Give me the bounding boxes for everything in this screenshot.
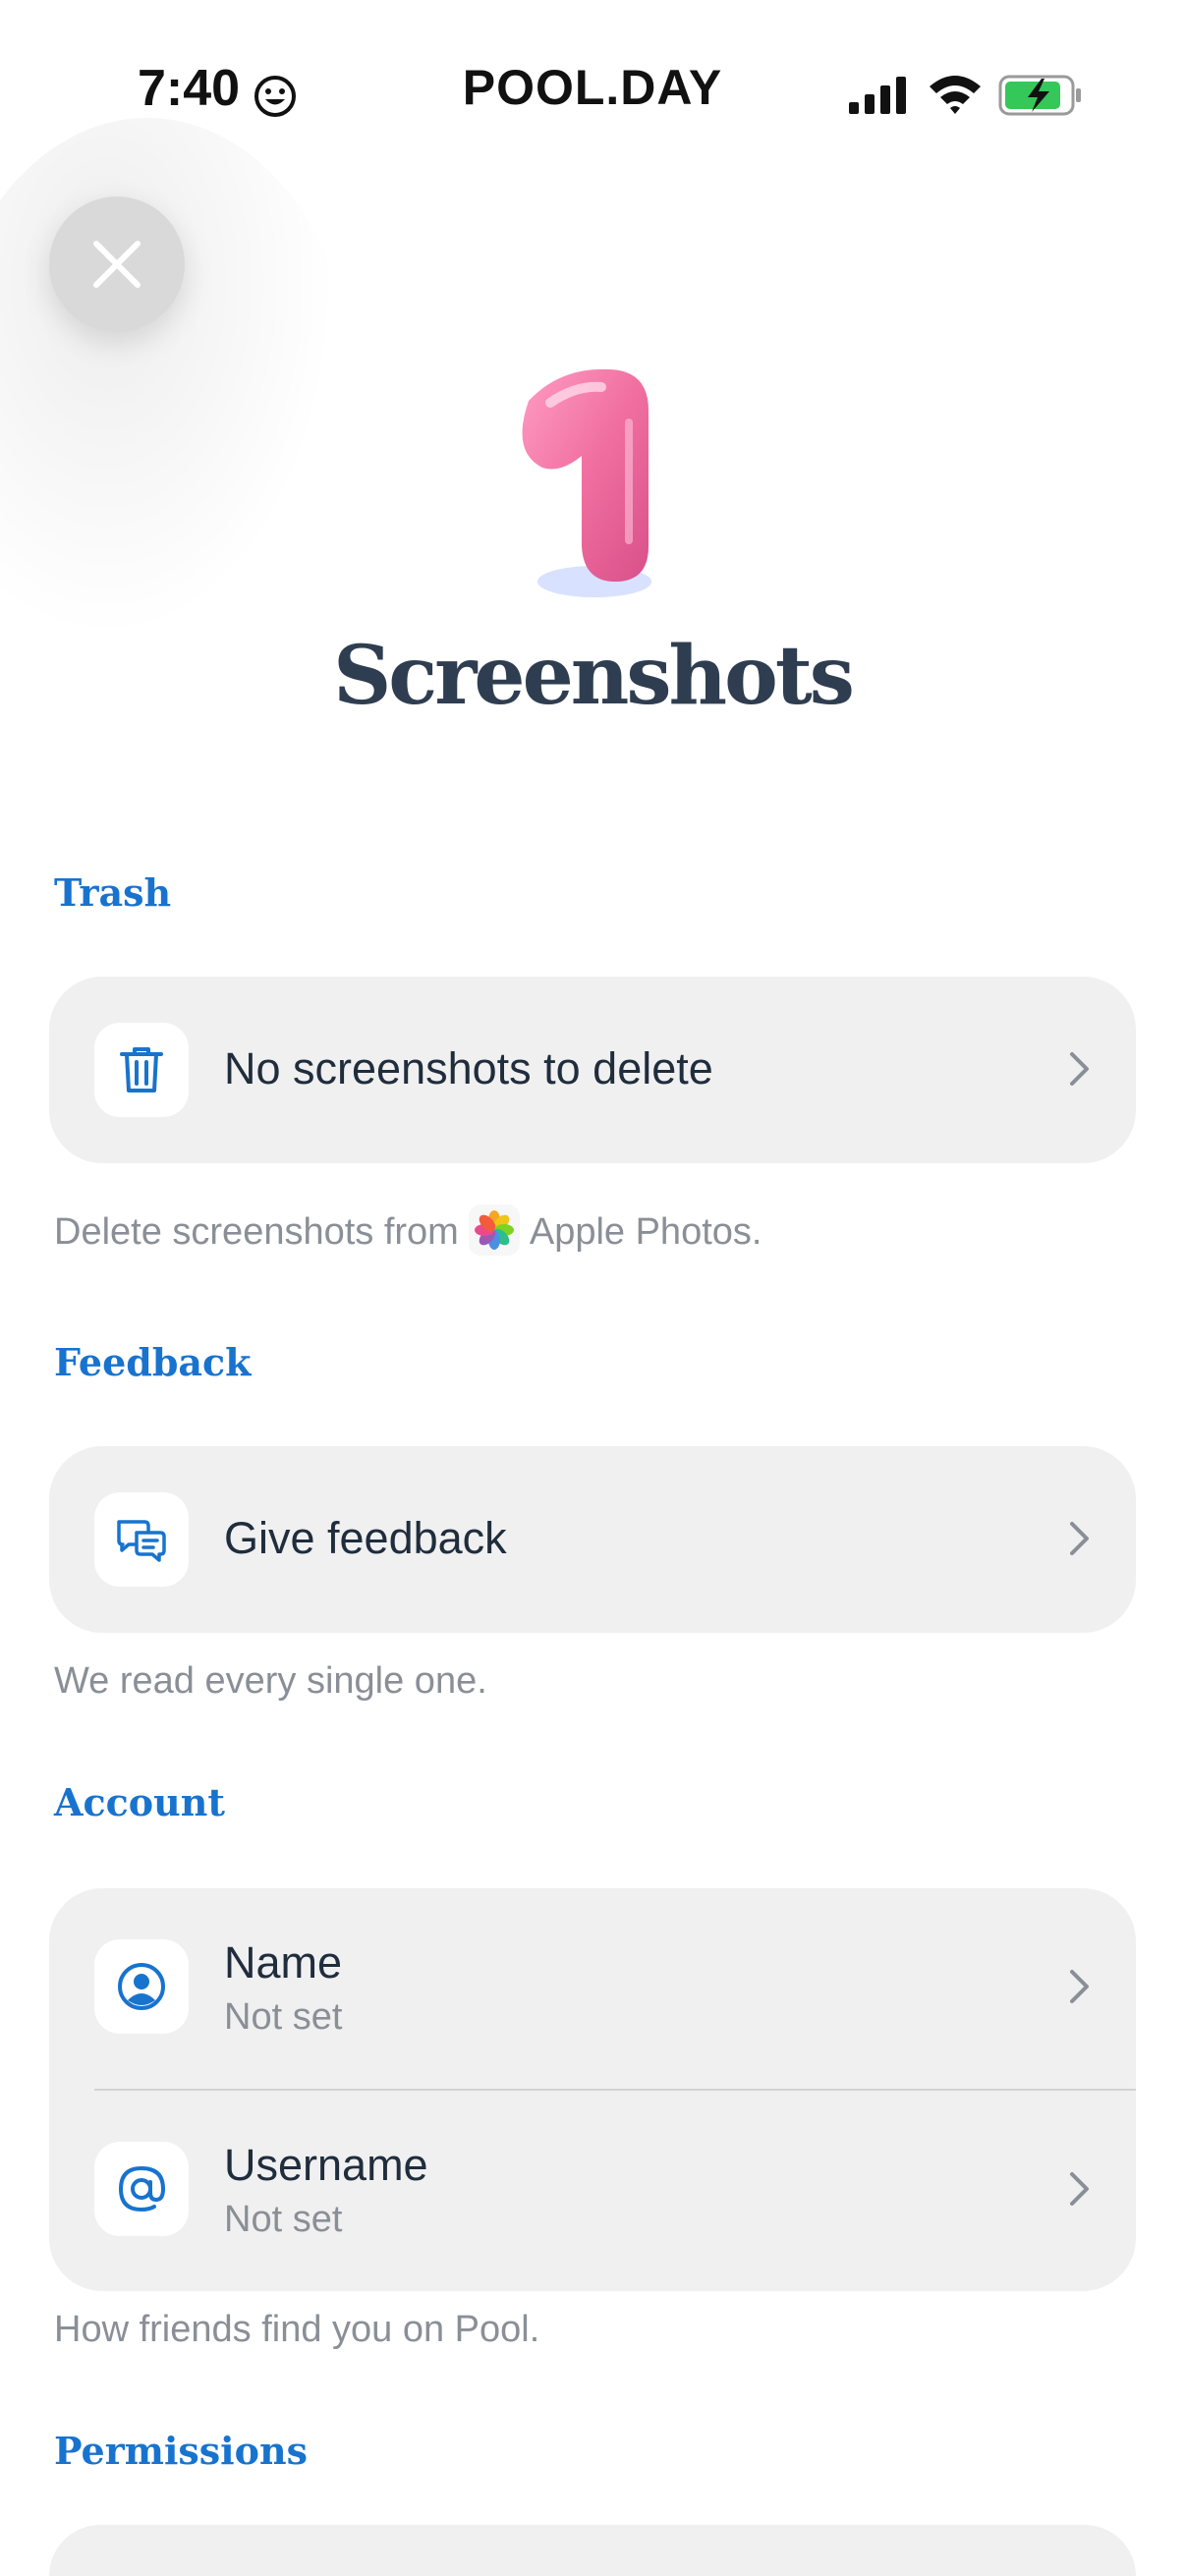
name-icon-box (94, 1939, 189, 2034)
user-circle-icon (118, 1963, 165, 2010)
name-row[interactable]: Name Not set (49, 1888, 1136, 2089)
trash-caption-end: Apple Photos. (529, 1211, 762, 1254)
close-icon (93, 241, 141, 288)
username-value: Not set (224, 2199, 343, 2240)
give-feedback-label: Give feedback (224, 1513, 507, 1563)
permissions-card (49, 2525, 1136, 2576)
feedback-bubbles-icon (117, 1520, 166, 1562)
account-caption: How friends find you on Pool. (54, 2309, 540, 2350)
section-label-account: Account (54, 1780, 225, 1824)
close-button-shadow (0, 118, 354, 668)
give-feedback-row[interactable]: Give feedback (49, 1446, 1136, 1633)
trash-card: No screenshots to delete (49, 977, 1136, 1163)
trash-icon (120, 1047, 163, 1092)
trash-caption: Delete screenshots from Apple Photos. (54, 1204, 762, 1260)
username-label: Username (224, 2140, 428, 2190)
section-label-feedback: Feedback (54, 1340, 252, 1384)
username-icon-box (94, 2142, 189, 2236)
wifi-icon (930, 76, 981, 114)
battery-charging-icon (998, 75, 1081, 116)
name-label: Name (224, 1937, 343, 1988)
close-button[interactable] (49, 196, 185, 332)
section-label-permissions: Permissions (54, 2429, 308, 2473)
signal-icon (849, 77, 906, 114)
chevron-right-icon (1070, 1522, 1089, 1555)
chevron-right-icon (1070, 1052, 1089, 1086)
account-card: Name Not set Username Not set (49, 1888, 1136, 2291)
feedback-card: Give feedback (49, 1446, 1136, 1633)
section-label-trash: Trash (54, 870, 172, 915)
trash-caption-start: Delete screenshots from (54, 1211, 459, 1254)
at-sign-icon (118, 2165, 166, 2212)
feedback-icon-box (94, 1492, 189, 1587)
page-title: Screenshots (333, 629, 855, 723)
username-row[interactable]: Username Not set (49, 2091, 1136, 2291)
name-value: Not set (224, 1996, 343, 2038)
chevron-right-icon (1070, 2172, 1089, 2206)
feedback-caption: We read every single one. (54, 1660, 487, 1702)
photos-app-icon (468, 1204, 520, 1256)
delete-screenshots-label: No screenshots to delete (224, 1043, 713, 1093)
delete-screenshots-row[interactable]: No screenshots to delete (49, 977, 1136, 1163)
chevron-right-icon (1070, 1970, 1089, 2003)
screenshot-count-graphic (522, 368, 651, 597)
trash-icon-box (94, 1023, 189, 1117)
